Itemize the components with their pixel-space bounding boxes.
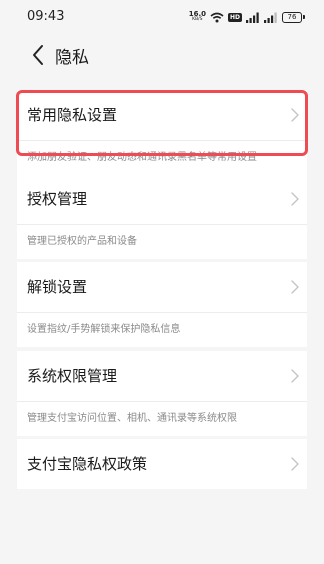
chevron-right-icon xyxy=(291,108,299,122)
list-item-description: 管理已授权的产品和设备 xyxy=(27,236,137,247)
list-item-header[interactable]: 支付宝隐私权政策 xyxy=(17,439,307,489)
list-item-title: 常用隐私设置 xyxy=(27,106,118,124)
privacy-policy-item[interactable]: 支付宝隐私权政策 xyxy=(17,439,307,489)
signal-icon xyxy=(246,12,259,23)
list-item-header[interactable]: 系统权限管理 xyxy=(17,351,307,402)
list-item-title: 授权管理 xyxy=(27,190,88,208)
hd-badge: HD xyxy=(227,12,242,22)
list-item-header[interactable]: 常用隐私设置 xyxy=(17,90,307,141)
network-speed: 16.0 KB/S xyxy=(189,11,206,23)
chevron-right-icon xyxy=(291,457,299,471)
back-arrow-icon[interactable] xyxy=(28,42,50,68)
list-item-description: 添加朋友验证、朋友动态和通讯录黑名单等常用设置 xyxy=(27,152,257,163)
status-time: 09:43 xyxy=(27,9,65,24)
chevron-right-icon xyxy=(291,369,299,383)
chevron-right-icon xyxy=(291,280,299,294)
unlock-settings-item[interactable]: 解锁设置 设置指纹/手势解锁来保护隐私信息 xyxy=(17,262,307,347)
list-item-header[interactable]: 解锁设置 xyxy=(17,262,307,313)
list-item-title: 系统权限管理 xyxy=(27,367,118,385)
list-item-title: 支付宝隐私权政策 xyxy=(27,455,148,473)
network-speed-unit: KB/S xyxy=(192,17,203,22)
list-item-title: 解锁设置 xyxy=(27,278,88,296)
chevron-right-icon xyxy=(291,192,299,206)
wifi-icon xyxy=(210,12,224,22)
privacy-common-settings-item[interactable]: 常用隐私设置 添加朋友验证、朋友动态和通讯录黑名单等常用设置 xyxy=(17,90,307,175)
status-bar: 09:43 16.0 KB/S HD 76 xyxy=(0,0,324,36)
list-item-header[interactable]: 授权管理 xyxy=(17,174,307,225)
battery-icon: 76 xyxy=(282,11,305,23)
list-item-description: 设置指纹/手势解锁来保护隐私信息 xyxy=(27,324,181,335)
system-permissions-item[interactable]: 系统权限管理 管理支付宝访问位置、相机、通讯录等系统权限 xyxy=(17,351,307,436)
status-icons: 16.0 KB/S HD 76 xyxy=(189,10,305,24)
list-item-description: 管理支付宝访问位置、相机、通讯录等系统权限 xyxy=(27,413,237,424)
signal-icon-2 xyxy=(264,12,277,23)
header: 隐私 xyxy=(0,36,324,76)
page-title: 隐私 xyxy=(55,48,89,68)
authorization-management-item[interactable]: 授权管理 管理已授权的产品和设备 xyxy=(17,174,307,259)
